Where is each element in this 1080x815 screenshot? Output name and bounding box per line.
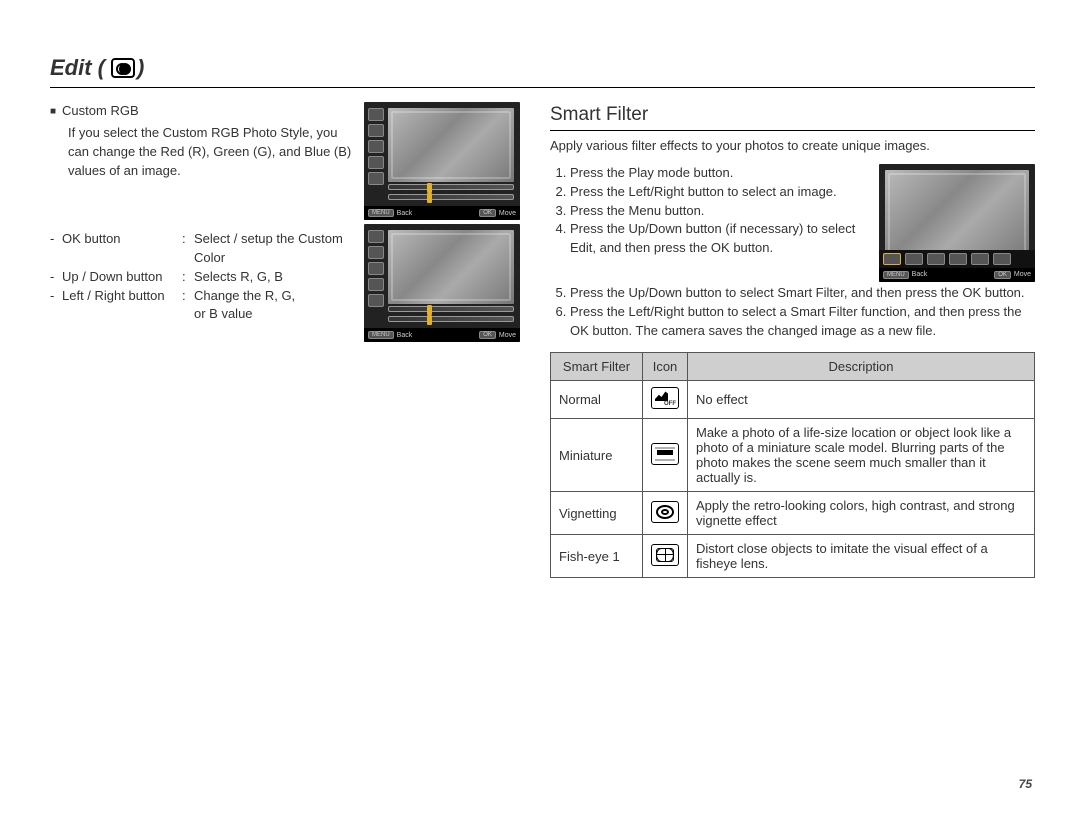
step-item: Press the Left/Right button to select an…	[570, 183, 861, 202]
filter-name: Miniature	[551, 419, 643, 492]
filter-name: Normal	[551, 381, 643, 419]
filter-icon-cell	[643, 381, 688, 419]
step-item: Press the Up/Down button (if necessary) …	[570, 220, 861, 258]
page-title: Edit ( )	[50, 55, 1035, 88]
step-item: Press the Left/Right button to select a …	[570, 303, 1035, 341]
camscreen-rgb-preview: MENUBack OKMove	[364, 102, 520, 220]
custom-rgb-heading: Custom RGB	[50, 102, 352, 121]
camscreen-bottombar: MENUBack OKMove	[364, 328, 520, 342]
normal-off-icon	[651, 387, 679, 409]
title-prefix: Edit (	[50, 55, 105, 81]
camscreen-bottombar: MENUBack OKMove	[879, 268, 1035, 282]
th-icon: Icon	[643, 353, 688, 381]
back-label: Back	[397, 210, 413, 217]
updown-button-desc: Selects R, G, B	[194, 268, 352, 287]
ok-tag: OK	[479, 331, 496, 339]
step-item: Press the Up/Down button to select Smart…	[570, 284, 1035, 303]
miniature-icon	[651, 443, 679, 465]
ok-button-label: OK button	[62, 230, 182, 249]
page-number: 75	[1019, 777, 1032, 791]
filter-name: Vignetting	[551, 492, 643, 535]
menu-tag: MENU	[368, 209, 394, 217]
steps-list-b: Press the Up/Down button to select Smart…	[550, 284, 1035, 341]
menu-tag: MENU	[883, 271, 909, 279]
fish-eye-icon	[651, 544, 679, 566]
leftright-button-desc-2: or B value	[194, 305, 352, 324]
filter-icon-cell	[643, 492, 688, 535]
filter-icon-cell	[643, 419, 688, 492]
left-column: Custom RGB If you select the Custom RGB …	[50, 102, 520, 578]
camscreen-smart-filter: Smart Filter MENUBack OKMove	[879, 164, 1035, 282]
table-row: Fish-eye 1 Distort close objects to imit…	[551, 535, 1035, 578]
ok-button-desc: Select / setup the Custom	[194, 230, 352, 249]
camscreen-side-icons	[368, 230, 384, 307]
move-label: Move	[499, 210, 516, 217]
leftright-button-desc: Change the R, G,	[194, 287, 352, 306]
rgb-sliders	[388, 184, 514, 200]
table-row: Vignetting Apply the retro-looking color…	[551, 492, 1035, 535]
filter-icon-cell	[643, 535, 688, 578]
edit-mode-icon	[109, 58, 137, 78]
table-row: Normal No effect	[551, 381, 1035, 419]
camscreen-photo	[388, 230, 514, 304]
updown-button-label: Up / Down button	[62, 268, 182, 287]
camscreen-photo	[388, 108, 514, 182]
title-suffix: )	[137, 55, 144, 81]
camscreen-rgb-color: MENUBack OKMove	[364, 224, 520, 342]
smart-filter-table: Smart Filter Icon Description Normal No …	[550, 352, 1035, 578]
step-item: Press the Play mode button.	[570, 164, 861, 183]
filter-thumb-strip	[879, 250, 1035, 268]
camscreen-side-icons	[368, 108, 384, 185]
right-column: Smart Filter Apply various filter effect…	[550, 102, 1035, 578]
th-name: Smart Filter	[551, 353, 643, 381]
filter-desc: Make a photo of a life-size location or …	[688, 419, 1035, 492]
filter-desc: Distort close objects to imitate the vis…	[688, 535, 1035, 578]
menu-tag: MENU	[368, 331, 394, 339]
smart-filter-intro: Apply various filter effects to your pho…	[550, 137, 1035, 156]
move-label: Move	[499, 332, 516, 339]
filter-desc: Apply the retro-looking colors, high con…	[688, 492, 1035, 535]
ok-tag: OK	[994, 271, 1011, 279]
filter-desc: No effect	[688, 381, 1035, 419]
filter-name: Fish-eye 1	[551, 535, 643, 578]
button-list: - OK button : Select / setup the Custom …	[50, 230, 352, 324]
back-label: Back	[397, 332, 413, 339]
steps-list-a: Press the Play mode button. Press the Le…	[550, 164, 861, 258]
move-label: Move	[1014, 271, 1031, 278]
rgb-sliders	[388, 306, 514, 322]
table-row: Miniature Make a photo of a life-size lo…	[551, 419, 1035, 492]
vignetting-icon	[651, 501, 679, 523]
step-item: Press the Menu button.	[570, 202, 861, 221]
custom-rgb-paragraph: If you select the Custom RGB Photo Style…	[50, 124, 352, 181]
back-label: Back	[912, 271, 928, 278]
leftright-button-label: Left / Right button	[62, 287, 182, 306]
smart-filter-heading: Smart Filter	[550, 104, 1035, 131]
camscreen-photo	[885, 170, 1029, 258]
ok-tag: OK	[479, 209, 496, 217]
th-desc: Description	[688, 353, 1035, 381]
camscreen-bottombar: MENUBack OKMove	[364, 206, 520, 220]
ok-button-desc-2: Color	[194, 249, 352, 268]
